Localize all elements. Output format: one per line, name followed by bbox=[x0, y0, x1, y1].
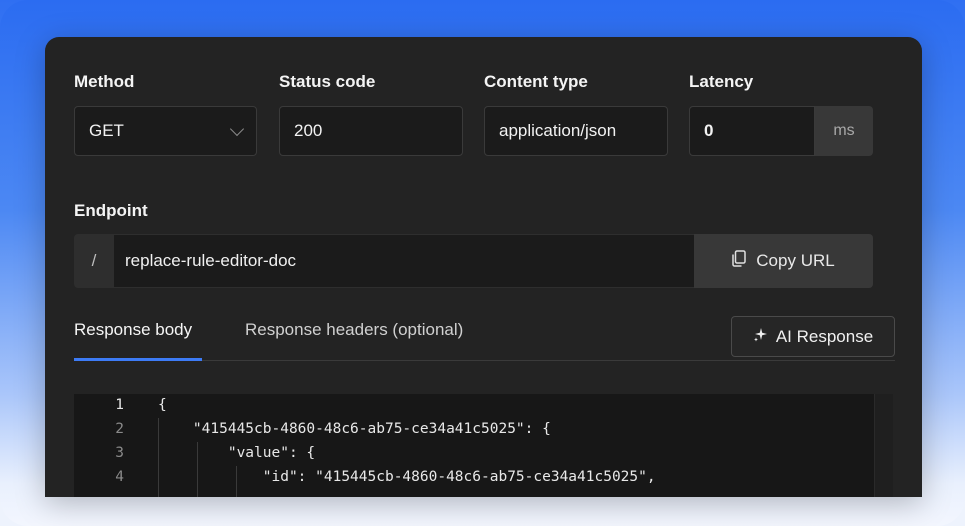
content-type-input[interactable]: application/json bbox=[484, 106, 668, 156]
endpoint-value: replace-rule-editor-doc bbox=[125, 251, 297, 270]
code-line: "value": { bbox=[158, 445, 316, 461]
ai-response-label: AI Response bbox=[775, 326, 874, 346]
active-tab-indicator bbox=[74, 358, 202, 361]
content-type-label: Content type bbox=[484, 72, 588, 91]
editor-scrollbar[interactable] bbox=[874, 394, 893, 497]
copy-url-label: Copy URL bbox=[756, 251, 835, 270]
method-value: GET bbox=[89, 121, 124, 140]
latency-input[interactable]: 0 bbox=[689, 106, 815, 156]
code-line: { bbox=[158, 397, 167, 413]
background-frame: Method Status code Content type Latency … bbox=[0, 0, 965, 526]
copy-icon bbox=[732, 250, 747, 272]
latency-value: 0 bbox=[704, 121, 714, 140]
endpoint-label: Endpoint bbox=[74, 201, 148, 220]
endpoint-group: / replace-rule-editor-doc Copy URL bbox=[74, 234, 873, 288]
status-code-value: 200 bbox=[294, 121, 323, 140]
copy-url-button[interactable]: Copy URL bbox=[694, 234, 873, 288]
endpoint-prefix: / bbox=[91, 251, 97, 270]
line-number: 4 bbox=[115, 469, 124, 485]
latency-label: Latency bbox=[689, 72, 754, 91]
line-number: 3 bbox=[115, 445, 124, 461]
sparkle-icon bbox=[753, 327, 768, 347]
code-line: "415445cb-4860-48c6-ab75-ce34a41c5025": … bbox=[158, 421, 551, 437]
content-type-value: application/json bbox=[499, 121, 617, 140]
status-code-label: Status code bbox=[279, 72, 376, 91]
latency-unit-addon: ms bbox=[815, 106, 873, 156]
response-body-editor[interactable]: 1 { 2 "415445cb-4860-48c6-ab75-ce34a41c5… bbox=[74, 394, 893, 497]
ai-response-button[interactable]: AI Response bbox=[731, 316, 895, 357]
line-number: 2 bbox=[115, 421, 124, 437]
code-line: "id": "415445cb-4860-48c6-ab75-ce34a41c5… bbox=[158, 469, 656, 485]
tab-response-headers[interactable]: Response headers (optional) bbox=[245, 320, 463, 340]
mock-editor-panel: Method Status code Content type Latency … bbox=[45, 37, 922, 497]
method-select[interactable]: GET bbox=[74, 106, 257, 156]
chevron-down-icon bbox=[229, 121, 245, 137]
latency-unit: ms bbox=[833, 122, 855, 139]
method-label: Method bbox=[74, 72, 135, 91]
endpoint-input[interactable]: replace-rule-editor-doc bbox=[114, 235, 694, 287]
line-number: 1 bbox=[115, 397, 124, 413]
status-code-input[interactable]: 200 bbox=[279, 106, 463, 156]
tab-response-body[interactable]: Response body bbox=[74, 320, 192, 340]
